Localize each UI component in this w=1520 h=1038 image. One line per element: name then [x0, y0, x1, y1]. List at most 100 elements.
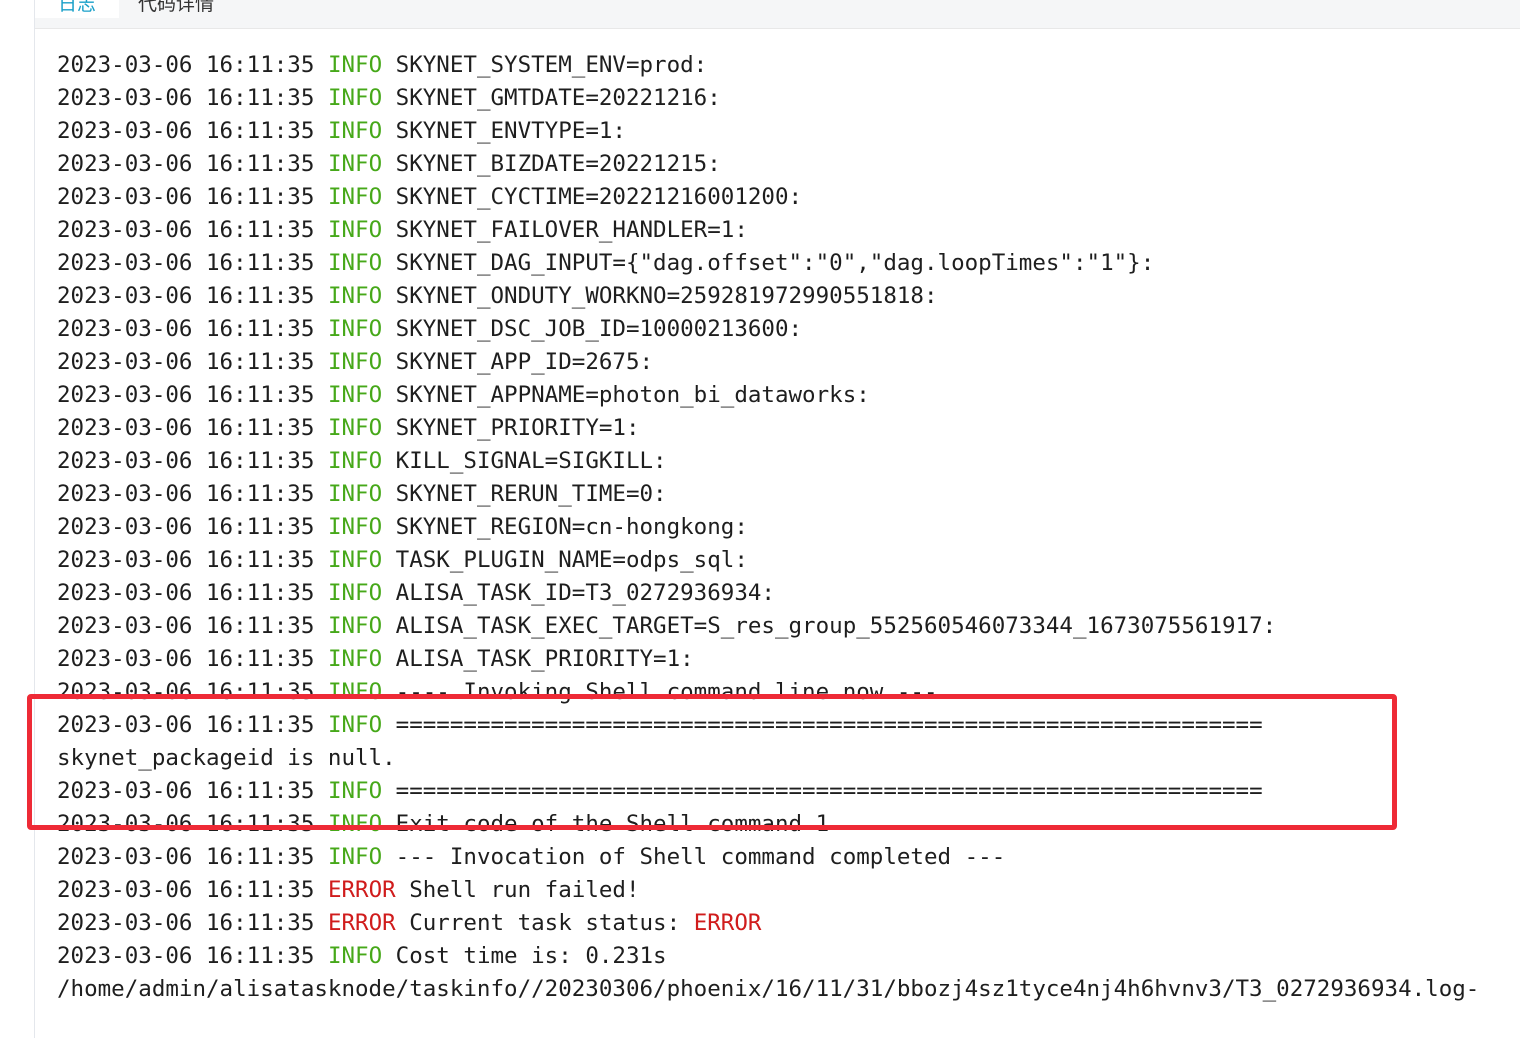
- log-line: 2023-03-06 16:11:35 INFO SKYNET_ENVTYPE=…: [57, 115, 1520, 148]
- log-timestamp: 2023-03-06 16:11:35: [57, 712, 315, 738]
- log-message: skynet_packageid is null.: [57, 745, 396, 771]
- tab-log[interactable]: 日志: [35, 0, 119, 18]
- log-message: SKYNET_FAILOVER_HANDLER=1:: [395, 217, 748, 243]
- log-line: 2023-03-06 16:11:35 INFO SKYNET_APPNAME=…: [57, 379, 1520, 412]
- log-message: TASK_PLUGIN_NAME=odps_sql:: [395, 547, 748, 573]
- log-timestamp: 2023-03-06 16:11:35: [57, 151, 315, 177]
- log-line: 2023-03-06 16:11:35 INFO SKYNET_REGION=c…: [57, 511, 1520, 544]
- log-message: SKYNET_GMTDATE=20221216:: [395, 85, 721, 111]
- log-timestamp: 2023-03-06 16:11:35: [57, 943, 315, 969]
- log-message: ========================================…: [395, 778, 1263, 804]
- log-line: 2023-03-06 16:11:35 INFO Cost time is: 0…: [57, 940, 1520, 973]
- log-line: 2023-03-06 16:11:35 INFO SKYNET_DAG_INPU…: [57, 247, 1520, 280]
- log-level: INFO: [327, 52, 383, 78]
- log-message: KILL_SIGNAL=SIGKILL:: [395, 448, 667, 474]
- log-level: INFO: [327, 514, 383, 540]
- log-timestamp: 2023-03-06 16:11:35: [57, 52, 315, 78]
- log-line: 2023-03-06 16:11:35 INFO ALISA_TASK_EXEC…: [57, 610, 1520, 643]
- log-level: ERROR: [327, 877, 396, 903]
- log-line: 2023-03-06 16:11:35 INFO ALISA_TASK_PRIO…: [57, 643, 1520, 676]
- log-level: INFO: [327, 118, 383, 144]
- log-line: 2023-03-06 16:11:35 INFO --- Invocation …: [57, 841, 1520, 874]
- log-level: INFO: [327, 943, 383, 969]
- log-message: SKYNET_ONDUTY_WORKNO=259281972990551818:: [395, 283, 938, 309]
- log-level: INFO: [327, 481, 383, 507]
- log-line: /home/admin/alisatasknode/taskinfo//2023…: [57, 973, 1520, 1006]
- log-timestamp: 2023-03-06 16:11:35: [57, 547, 315, 573]
- log-level: INFO: [327, 217, 383, 243]
- log-message: SKYNET_REGION=cn-hongkong:: [395, 514, 748, 540]
- log-level: INFO: [327, 613, 383, 639]
- log-line: 2023-03-06 16:11:35 INFO ===============…: [57, 775, 1520, 808]
- log-line: 2023-03-06 16:11:35 INFO ---- Invoking S…: [57, 676, 1520, 709]
- log-line: 2023-03-06 16:11:35 INFO SKYNET_FAILOVER…: [57, 214, 1520, 247]
- log-message: SKYNET_APP_ID=2675:: [395, 349, 654, 375]
- log-line: 2023-03-06 16:11:35 INFO KILL_SIGNAL=SIG…: [57, 445, 1520, 478]
- log-line: 2023-03-06 16:11:35 ERROR Shell run fail…: [57, 874, 1520, 907]
- log-line: 2023-03-06 16:11:35 INFO SKYNET_APP_ID=2…: [57, 346, 1520, 379]
- log-timestamp: 2023-03-06 16:11:35: [57, 217, 315, 243]
- log-message: Cost time is: 0.231s: [395, 943, 667, 969]
- log-level: INFO: [327, 85, 383, 111]
- log-message: SKYNET_BIZDATE=20221215:: [395, 151, 721, 177]
- log-line: 2023-03-06 16:11:35 ERROR Current task s…: [57, 907, 1520, 940]
- log-level: INFO: [327, 250, 383, 276]
- log-timestamp: 2023-03-06 16:11:35: [57, 679, 315, 705]
- log-line: 2023-03-06 16:11:35 INFO TASK_PLUGIN_NAM…: [57, 544, 1520, 577]
- log-level: INFO: [327, 316, 383, 342]
- log-level: INFO: [327, 151, 383, 177]
- log-line: 2023-03-06 16:11:35 INFO SKYNET_CYCTIME=…: [57, 181, 1520, 214]
- log-level: INFO: [327, 778, 383, 804]
- log-line: 2023-03-06 16:11:35 INFO ALISA_TASK_ID=T…: [57, 577, 1520, 610]
- log-line: 2023-03-06 16:11:35 INFO SKYNET_DSC_JOB_…: [57, 313, 1520, 346]
- log-viewer: 日志 代码详情 2023-03-06 16:11:35 INFO SKYNET_…: [0, 0, 1520, 1038]
- tab-bar: [35, 0, 1520, 29]
- log-message: SKYNET_DSC_JOB_ID=10000213600:: [395, 316, 803, 342]
- log-level: INFO: [327, 580, 383, 606]
- log-timestamp: 2023-03-06 16:11:35: [57, 811, 315, 837]
- log-level: ERROR: [327, 910, 396, 936]
- log-timestamp: 2023-03-06 16:11:35: [57, 778, 315, 804]
- log-timestamp: 2023-03-06 16:11:35: [57, 184, 315, 210]
- log-timestamp: 2023-03-06 16:11:35: [57, 910, 315, 936]
- log-timestamp: 2023-03-06 16:11:35: [57, 514, 315, 540]
- log-timestamp: 2023-03-06 16:11:35: [57, 844, 315, 870]
- log-timestamp: 2023-03-06 16:11:35: [57, 415, 315, 441]
- log-line: 2023-03-06 16:11:35 INFO SKYNET_SYSTEM_E…: [57, 49, 1520, 82]
- log-timestamp: 2023-03-06 16:11:35: [57, 118, 315, 144]
- log-message: SKYNET_APPNAME=photon_bi_dataworks:: [395, 382, 870, 408]
- log-output: 2023-03-06 16:11:35 INFO SKYNET_SYSTEM_E…: [57, 49, 1520, 1006]
- log-level: INFO: [327, 844, 383, 870]
- log-message: /home/admin/alisatasknode/taskinfo//2023…: [57, 976, 1480, 1002]
- log-timestamp: 2023-03-06 16:11:35: [57, 316, 315, 342]
- log-level: INFO: [327, 349, 383, 375]
- log-line: 2023-03-06 16:11:35 INFO SKYNET_GMTDATE=…: [57, 82, 1520, 115]
- log-line: 2023-03-06 16:11:35 INFO Exit code of th…: [57, 808, 1520, 841]
- log-timestamp: 2023-03-06 16:11:35: [57, 613, 315, 639]
- log-timestamp: 2023-03-06 16:11:35: [57, 646, 315, 672]
- log-message: SKYNET_ENVTYPE=1:: [395, 118, 626, 144]
- log-line: 2023-03-06 16:11:35 INFO SKYNET_PRIORITY…: [57, 412, 1520, 445]
- log-timestamp: 2023-03-06 16:11:35: [57, 580, 315, 606]
- log-message: ALISA_TASK_EXEC_TARGET=S_res_group_55256…: [395, 613, 1277, 639]
- log-timestamp: 2023-03-06 16:11:35: [57, 448, 315, 474]
- tab-code-detail[interactable]: 代码详情: [138, 0, 214, 18]
- log-message: --- Invocation of Shell command complete…: [395, 844, 1006, 870]
- log-message: ALISA_TASK_ID=T3_0272936934:: [395, 580, 775, 606]
- log-timestamp: 2023-03-06 16:11:35: [57, 85, 315, 111]
- log-level: INFO: [327, 448, 383, 474]
- log-line: 2023-03-06 16:11:35 INFO ===============…: [57, 709, 1520, 742]
- log-timestamp: 2023-03-06 16:11:35: [57, 481, 315, 507]
- log-timestamp: 2023-03-06 16:11:35: [57, 250, 315, 276]
- log-message: Current task status:: [409, 910, 681, 936]
- log-level: INFO: [327, 547, 383, 573]
- log-message: SKYNET_SYSTEM_ENV=prod:: [395, 52, 708, 78]
- log-message: SKYNET_DAG_INPUT={"dag.offset":"0","dag.…: [395, 250, 1155, 276]
- log-message: Shell run failed!: [409, 877, 640, 903]
- log-line: skynet_packageid is null.: [57, 742, 1520, 775]
- log-level: INFO: [327, 184, 383, 210]
- panel-left-border: [34, 0, 35, 1038]
- log-level: INFO: [327, 712, 383, 738]
- log-level: INFO: [327, 382, 383, 408]
- log-level: INFO: [327, 811, 383, 837]
